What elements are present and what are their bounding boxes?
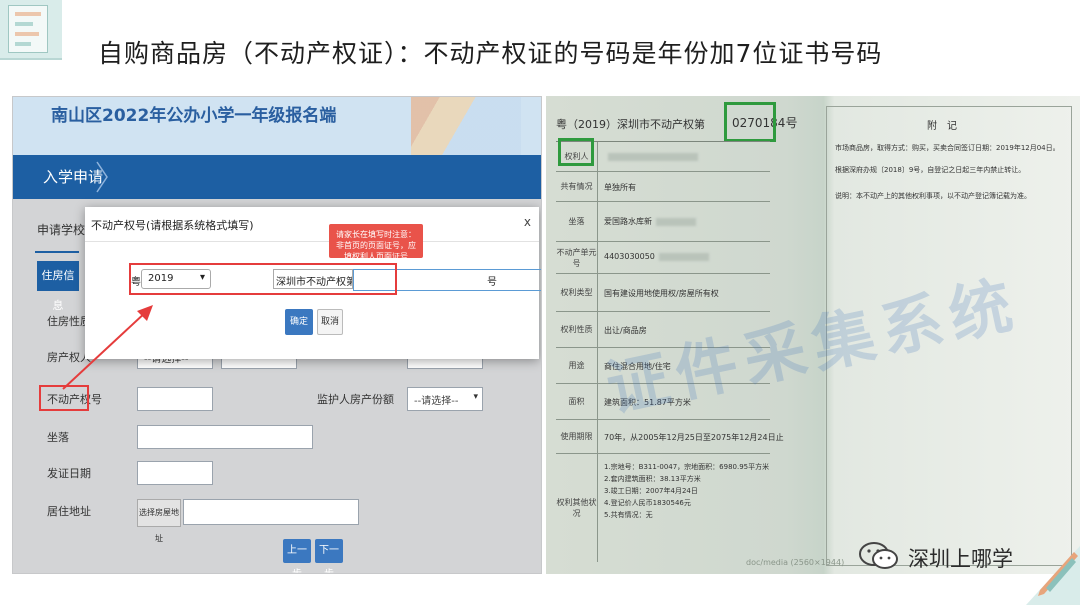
other-line: 1.宗地号：B311-0047，宗地面积：6980.95平方米 <box>604 463 770 471</box>
prev-button[interactable]: 上一步 <box>283 539 311 573</box>
issue-date-label: 发证日期 <box>47 467 91 480</box>
select-address-button[interactable]: 选择房屋地址 <box>137 499 181 543</box>
guardian-share-label: 监护人房产份额 <box>317 393 394 406</box>
registration-screenshot: 南山区2022年公办小学一年级报名端 入学申请 申请学校 住房信息 住房性质 房… <box>12 96 542 574</box>
row-label: 坐落 <box>556 202 598 241</box>
row-label: 不动产单元号 <box>556 242 598 273</box>
row-label: 用途 <box>556 348 598 383</box>
cert-number-highlight <box>724 102 776 142</box>
guardian-share-select[interactable]: --请选择-- <box>407 387 483 411</box>
row-value: 4403030050 <box>604 252 709 261</box>
tab-underline <box>35 251 79 253</box>
row-value: 国有建设用地使用权/房屋所有权 <box>604 289 719 298</box>
notebook-icon <box>0 0 62 60</box>
row-value: 爱国路水库新 <box>604 216 696 227</box>
next-button[interactable]: 下一步 <box>315 539 343 573</box>
address-input[interactable] <box>183 499 359 525</box>
location-input[interactable] <box>137 425 313 449</box>
address-label: 居住地址 <box>47 505 91 518</box>
tip-callout: 请家长在填写时注意：非首页的页面证号，应填权利人页面证号 <box>329 224 423 261</box>
row-label: 权利类型 <box>556 274 598 311</box>
table-row: 权利其他状况 1.宗地号：B311-0047，宗地面积：6980.95平方米 2… <box>556 454 770 562</box>
close-icon[interactable]: x <box>524 215 531 229</box>
row-value: 单独所有 <box>604 183 636 192</box>
cert-header: 粤（2019）深圳市不动产权第 <box>556 118 705 131</box>
cert-number-highlight <box>129 263 397 295</box>
row-label: 面积 <box>556 384 598 419</box>
row-label: 使用期限 <box>556 420 598 453</box>
other-line: 4.登记价人民币1830546元 <box>604 499 691 507</box>
certificate-photo: 粤（2019）深圳市不动产权第 0270184号 权利人 共有情况 单独所有 坐… <box>546 96 1080 574</box>
ok-button[interactable]: 确定 <box>285 309 313 335</box>
appendix-title: 附记 <box>927 121 967 132</box>
row-label: 权利性质 <box>556 312 598 347</box>
certificate-page: 粤（2019）深圳市不动产权第 0270184号 权利人 共有情况 单独所有 坐… <box>546 96 1080 574</box>
issue-date-input[interactable] <box>137 461 213 485</box>
appendix-line: 根据深府办规〔2018〕9号，自登记之日起三年内禁止转让。 <box>835 166 1026 174</box>
suffix-label: 号 <box>487 277 497 288</box>
row-value <box>604 152 698 161</box>
banner-illustration <box>411 97 521 155</box>
location-label: 坐落 <box>47 431 69 444</box>
table-row: 权利类型 国有建设用地使用权/房屋所有权 <box>556 274 770 312</box>
tab-enrollment[interactable]: 入学申请 <box>43 166 103 187</box>
table-row: 共有情况 单独所有 <box>556 172 770 202</box>
table-row: 坐落 爱国路水库新 <box>556 202 770 242</box>
account-name: 深圳上哪学 <box>908 547 1013 571</box>
cert-number-suffix: 号 <box>785 116 798 130</box>
other-line: 2.套内建筑面积：38.13平方米 <box>604 475 701 483</box>
divider <box>85 241 539 242</box>
cancel-button[interactable]: 取消 <box>317 309 343 335</box>
chevron-right-icon <box>96 161 108 193</box>
appendix-line: 说明：本不动产上的其他权利事项，以不动产登记簿记载为准。 <box>835 192 1031 200</box>
row-label: 共有情况 <box>556 172 598 201</box>
arrow-icon <box>62 305 153 390</box>
banner-title: 南山区2022年公办小学一年级报名端 <box>51 106 337 126</box>
tab-housing-info[interactable]: 住房信息 <box>37 261 79 312</box>
tab-apply-school[interactable]: 申请学校 <box>37 221 85 238</box>
wechat-icon <box>859 542 898 569</box>
row-label: 权利其他状况 <box>556 454 598 562</box>
row-value: 70年，从2005年12月25日至2075年12月24日止 <box>604 433 784 442</box>
image-caption: doc/media (2560×1944) <box>746 558 845 567</box>
holder-highlight <box>558 138 594 166</box>
table-row: 使用期限 70年，从2005年12月25日至2075年12月24日止 <box>556 420 784 454</box>
other-line: 3.竣工日期：2007年4月24日 <box>604 487 698 495</box>
page-title: 自购商品房（不动产权证）：不动产权证的号码是年份加7位证书号码 <box>98 39 883 68</box>
table-row: 不动产单元号 4403030050 <box>556 242 770 274</box>
banner: 南山区2022年公办小学一年级报名端 <box>13 97 541 155</box>
appendix-line: 市场商品房，取得方式：购买，买卖合同签订日期：2019年12月04日。 <box>835 144 1060 152</box>
pencil-icon <box>1026 546 1080 605</box>
dialog-title: 不动产权号(请根据系统格式填写) <box>91 219 254 232</box>
nav-bar: 入学申请 <box>13 155 541 199</box>
other-line: 5.共有情况：无 <box>604 511 653 519</box>
slide: 自购商品房（不动产权证）：不动产权证的号码是年份加7位证书号码 南山区2022年… <box>0 0 1080 605</box>
